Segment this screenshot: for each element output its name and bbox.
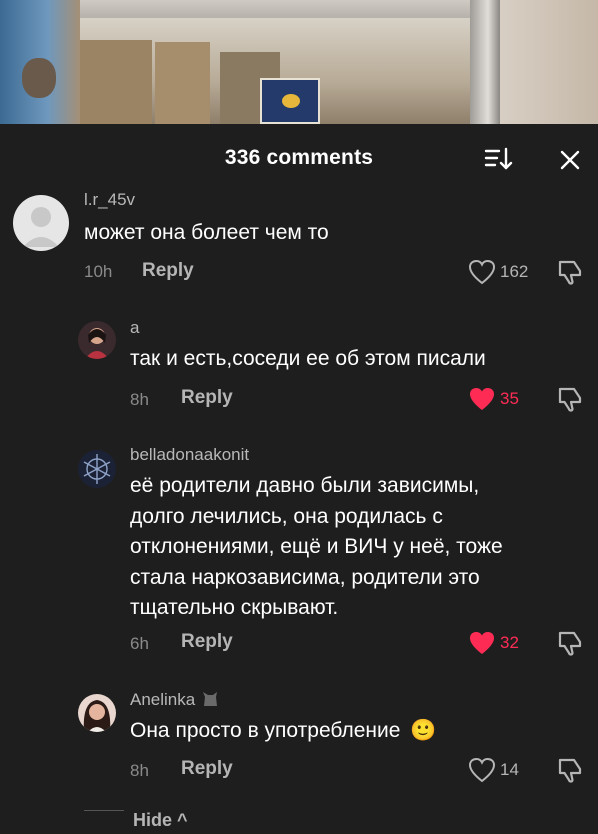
reply-button[interactable]: Reply [181,758,233,780]
comments-sheet: 336 comments l.r_45v может она болеет че… [0,124,598,834]
username-text: Anelinka [130,690,196,709]
dislike-icon[interactable] [556,756,584,784]
cat-icon [202,692,217,706]
comment-time: 8h [130,761,149,780]
username[interactable]: Anelinka [130,690,220,710]
heart-icon[interactable] [468,757,496,783]
background-video-frame [0,0,598,124]
avatar[interactable] [78,694,116,732]
replies-divider [84,810,124,811]
hide-replies-button[interactable]: Hide ^ [133,810,188,831]
smile-emoji: 🙂 [410,719,437,742]
like-count: 14 [500,760,519,779]
comment-text: Она просто в употребление 🙂 [130,716,436,747]
comment-text-body: Она просто в употребление [130,719,401,742]
comment-item: Anelinka Она просто в употребление 🙂 8h … [0,124,598,794]
